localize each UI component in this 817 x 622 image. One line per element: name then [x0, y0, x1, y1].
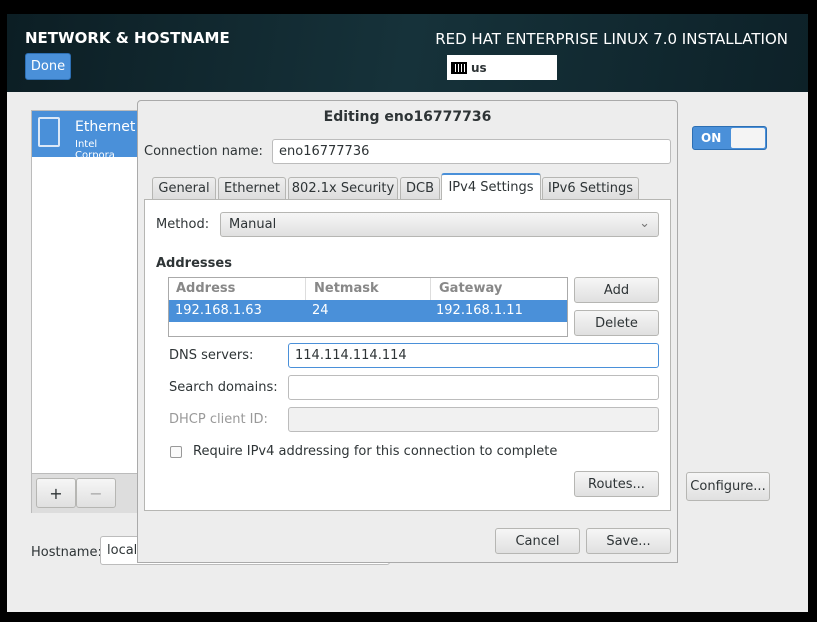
tab-ethernet[interactable]: Ethernet: [218, 177, 286, 199]
search-domains-input[interactable]: [288, 375, 659, 400]
addresses-table: Address Netmask Gateway 192.168.1.63 24 …: [168, 277, 568, 337]
tab-ipv4-settings[interactable]: IPv4 Settings: [441, 173, 541, 200]
tab-8021x-security[interactable]: 802.1x Security: [288, 177, 398, 199]
device-list-toolbar: + −: [32, 473, 140, 513]
column-address[interactable]: Address: [176, 281, 235, 296]
row-netmask: 24: [312, 303, 329, 318]
method-label: Method:: [156, 217, 210, 232]
device-vendor: Intel Corpora: [75, 139, 115, 161]
method-value: Manual: [229, 217, 277, 232]
row-gateway: 192.168.1.11: [436, 303, 523, 318]
dhcp-client-id-label: DHCP client ID:: [169, 412, 268, 427]
device-item-ethernet[interactable]: Ethernet Intel Corpora: [32, 111, 140, 161]
row-address: 192.168.1.63: [175, 303, 262, 318]
connection-name-label: Connection name:: [144, 144, 263, 159]
require-ipv4-label[interactable]: Require IPv4 addressing for this connect…: [193, 444, 557, 459]
dns-servers-label: DNS servers:: [169, 348, 254, 363]
toggle-label: ON: [701, 131, 722, 145]
column-gateway[interactable]: Gateway: [430, 278, 502, 300]
column-netmask[interactable]: Netmask: [305, 278, 379, 300]
device-toggle[interactable]: ON: [692, 126, 767, 150]
keyboard-layout-label: us: [471, 60, 487, 75]
tab-ipv6-settings[interactable]: IPv6 Settings: [542, 177, 639, 199]
search-domains-label: Search domains:: [169, 380, 278, 395]
product-title: RED HAT ENTERPRISE LINUX 7.0 INSTALLATIO…: [435, 30, 788, 48]
connection-name-input[interactable]: eno16777736: [272, 139, 671, 164]
save-button[interactable]: Save...: [586, 528, 671, 554]
delete-address-button[interactable]: Delete: [574, 310, 659, 336]
add-address-button[interactable]: Add: [574, 277, 659, 303]
keyboard-layout-indicator[interactable]: us: [447, 55, 557, 80]
dhcp-client-id-input: [288, 407, 659, 432]
dns-servers-input[interactable]: 114.114.114.114: [288, 343, 659, 368]
chevron-down-icon: ⌄: [639, 216, 650, 231]
device-list: Ethernet Intel Corpora + −: [31, 110, 141, 513]
require-ipv4-checkbox[interactable]: [170, 446, 182, 458]
device-name: Ethernet: [75, 119, 136, 135]
table-header: Address Netmask Gateway: [169, 278, 567, 300]
addresses-heading: Addresses: [156, 256, 232, 271]
toggle-knob[interactable]: [731, 128, 765, 148]
configure-button[interactable]: Configure...: [686, 472, 770, 501]
hostname-label: Hostname:: [31, 545, 102, 560]
page-title: NETWORK & HOSTNAME: [25, 29, 230, 47]
done-button[interactable]: Done: [25, 53, 71, 80]
ethernet-icon: [38, 117, 60, 147]
remove-device-button[interactable]: −: [76, 478, 116, 508]
keyboard-icon: [451, 61, 467, 74]
routes-button[interactable]: Routes...: [574, 471, 659, 497]
cancel-button[interactable]: Cancel: [495, 528, 580, 554]
table-row[interactable]: 192.168.1.63 24 192.168.1.11: [169, 300, 567, 322]
header-bar: NETWORK & HOSTNAME Done RED HAT ENTERPRI…: [7, 14, 808, 92]
method-dropdown[interactable]: Manual ⌄: [220, 212, 659, 237]
tab-dcb[interactable]: DCB: [400, 177, 440, 199]
add-device-button[interactable]: +: [36, 478, 76, 508]
tab-general[interactable]: General: [152, 177, 216, 199]
dialog-title: Editing eno16777736: [323, 109, 492, 125]
